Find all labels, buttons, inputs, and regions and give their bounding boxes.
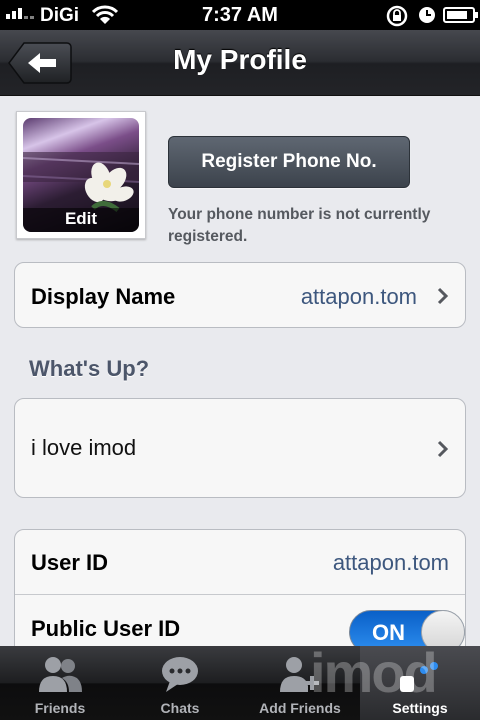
- imod-watermark: imod: [310, 641, 438, 704]
- whats-up-heading: What's Up?: [29, 356, 150, 381]
- user-id-value: attapon.tom: [332, 550, 449, 575]
- register-phone-button[interactable]: Register Phone No.: [168, 136, 410, 188]
- alarm-clock-icon: [419, 7, 435, 23]
- display-name-row[interactable]: Display Name attapon.tom: [14, 262, 466, 328]
- public-user-id-label: Public User ID: [31, 616, 181, 641]
- chevron-right-icon: [437, 287, 449, 305]
- chats-icon: [162, 657, 198, 692]
- status-bar: DiGi 7:37 AM: [0, 0, 480, 30]
- navigation-bar: My Profile: [0, 30, 480, 96]
- tab-chats[interactable]: Chats: [120, 646, 240, 720]
- tab-friends-label: Friends: [34, 700, 86, 716]
- tab-chats-label: Chats: [160, 700, 200, 716]
- user-id-label: User ID: [31, 550, 109, 575]
- phone-registration-note: Your phone number is not currently regis…: [168, 204, 468, 248]
- status-message-text: i love imod: [31, 435, 137, 460]
- clock-time: 7:37 AM: [202, 4, 278, 26]
- battery-icon: [443, 7, 478, 23]
- profile-image: Edit: [23, 118, 139, 232]
- profile-photo[interactable]: Edit: [16, 111, 146, 239]
- tab-friends[interactable]: Friends: [0, 646, 120, 720]
- rotation-lock-icon: [386, 5, 408, 27]
- phone-note-line-1: Your phone number is not currently: [168, 206, 431, 223]
- display-name-value: attapon.tom: [300, 284, 417, 309]
- photo-edit-label[interactable]: Edit: [23, 209, 139, 229]
- status-message-row[interactable]: i love imod: [14, 398, 466, 498]
- page-title: My Profile: [173, 44, 307, 75]
- row-divider: [15, 594, 465, 595]
- phone-note-line-2: registered.: [168, 228, 248, 245]
- friends-icon: [39, 657, 82, 692]
- display-name-label: Display Name: [31, 284, 176, 309]
- chevron-right-icon: [437, 440, 449, 458]
